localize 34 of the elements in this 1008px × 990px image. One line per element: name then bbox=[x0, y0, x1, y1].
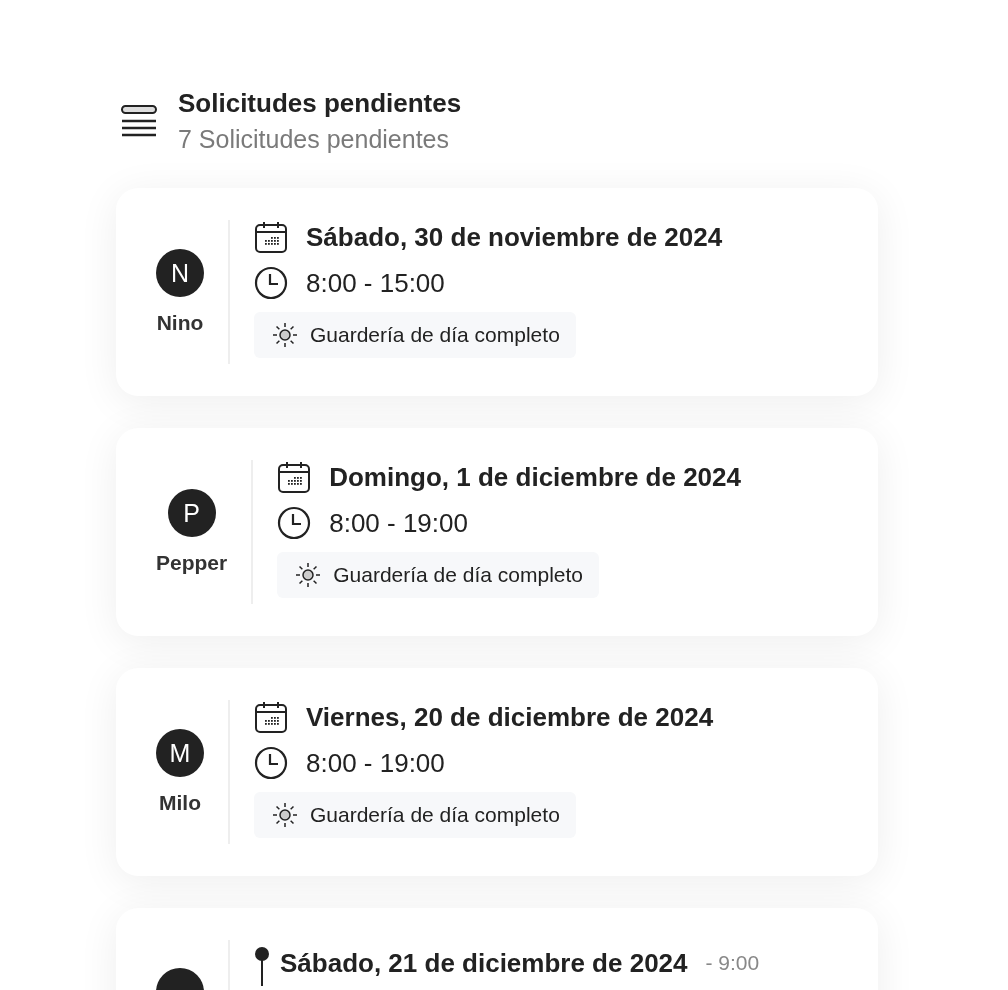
avatar: P bbox=[167, 489, 216, 537]
request-date: Domingo, 1 de diciembre de 2024 bbox=[329, 461, 741, 493]
service-label: Guardería de día completo bbox=[310, 803, 560, 827]
pet-name: Nino bbox=[156, 311, 204, 335]
page-title: Solicitudes pendientes bbox=[178, 88, 462, 119]
avatar: N bbox=[156, 249, 204, 297]
sun-icon bbox=[272, 322, 298, 348]
avatar: M bbox=[156, 729, 204, 777]
request-time: 8:00 - 19:00 bbox=[329, 507, 468, 539]
request-date: Viernes, 20 de diciembre de 2024 bbox=[306, 701, 714, 733]
request-card[interactable]: Sábado, 21 de diciembre de 2024 - 9:00 bbox=[116, 908, 878, 990]
clock-icon bbox=[254, 746, 288, 780]
clock-icon bbox=[254, 266, 288, 300]
request-time: 8:00 - 15:00 bbox=[306, 267, 445, 299]
service-label: Guardería de día completo bbox=[333, 563, 584, 587]
request-time: 8:00 - 19:00 bbox=[306, 747, 445, 779]
page-subtitle: 7 Solicitudes pendientes bbox=[178, 125, 451, 154]
calendar-icon bbox=[254, 220, 288, 254]
list-icon bbox=[120, 103, 158, 139]
request-card[interactable]: P Pepper Domingo, 1 de diciembre de 2024 8:00 - 19:00 Guardería de día completo bbox=[116, 428, 878, 636]
request-date: Sábado, 21 de diciembre de 2024 bbox=[280, 947, 688, 979]
request-date: Sábado, 30 de noviembre de 2024 bbox=[306, 221, 723, 253]
sun-icon bbox=[295, 562, 322, 588]
service-label: Guardería de día completo bbox=[310, 323, 560, 347]
request-card[interactable]: M Milo Viernes, 20 de diciembre de 2024 8:00 - 19:00 Guardería de día completo bbox=[116, 668, 878, 876]
calendar-icon bbox=[277, 460, 312, 494]
request-card[interactable]: N Nino Sábado, 30 de noviembre de 2024 8:00 - 15:00 Guardería de día completo bbox=[116, 188, 878, 396]
timeline-dot-icon bbox=[254, 946, 270, 986]
pet-name: Milo bbox=[159, 791, 201, 815]
pet-name: Pepper bbox=[156, 551, 228, 575]
calendar-icon bbox=[254, 700, 288, 734]
clock-icon bbox=[277, 506, 312, 540]
start-time: - 9:00 bbox=[705, 951, 760, 975]
sun-icon bbox=[272, 802, 298, 828]
